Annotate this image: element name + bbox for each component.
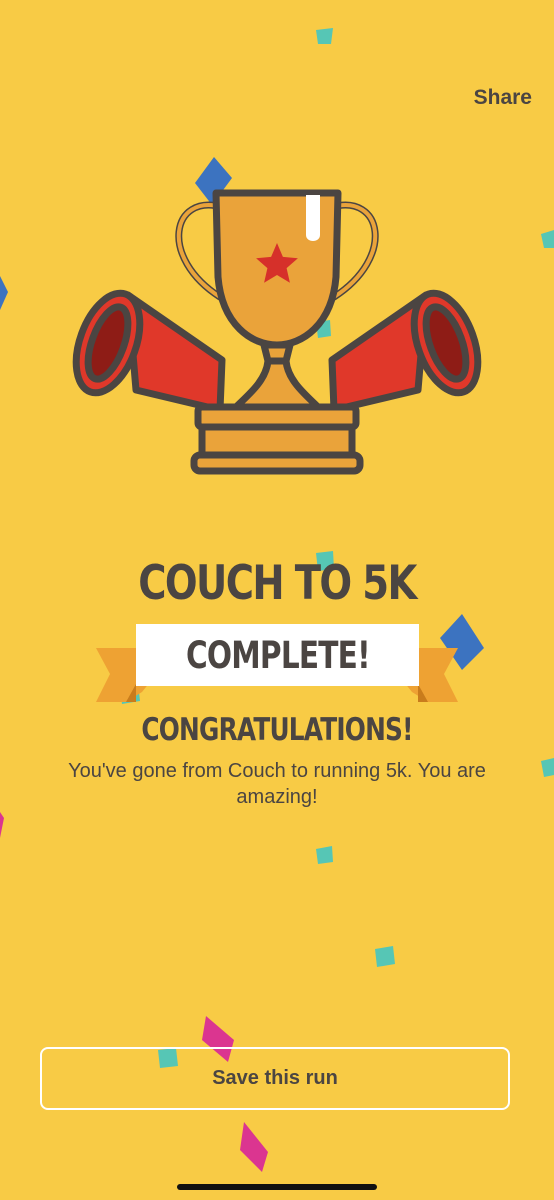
trophy-with-megaphones-icon xyxy=(72,189,482,475)
megaphone-left-icon xyxy=(72,289,226,414)
confetti-piece xyxy=(240,1122,268,1172)
confetti-piece xyxy=(0,812,4,838)
save-run-button[interactable]: Save this run xyxy=(40,1047,510,1110)
complete-ribbon: COMPLETE! xyxy=(136,624,419,686)
confetti-piece xyxy=(0,276,8,310)
congratulations-message: You've gone from Couch to running 5k. Yo… xyxy=(68,760,486,808)
home-indicator[interactable] xyxy=(177,1184,377,1190)
share-button[interactable]: Share xyxy=(474,86,532,110)
confetti-piece xyxy=(375,946,395,967)
confetti-piece xyxy=(316,846,333,864)
page-title: COUCH TO 5K xyxy=(138,556,417,611)
confetti-piece xyxy=(316,28,333,44)
congratulations-heading: CONGRATULATIONS! xyxy=(141,712,413,748)
megaphone-right-icon xyxy=(328,289,482,414)
confetti-piece xyxy=(541,758,554,777)
ribbon-label: COMPLETE! xyxy=(185,633,371,677)
confetti-piece xyxy=(541,230,554,248)
